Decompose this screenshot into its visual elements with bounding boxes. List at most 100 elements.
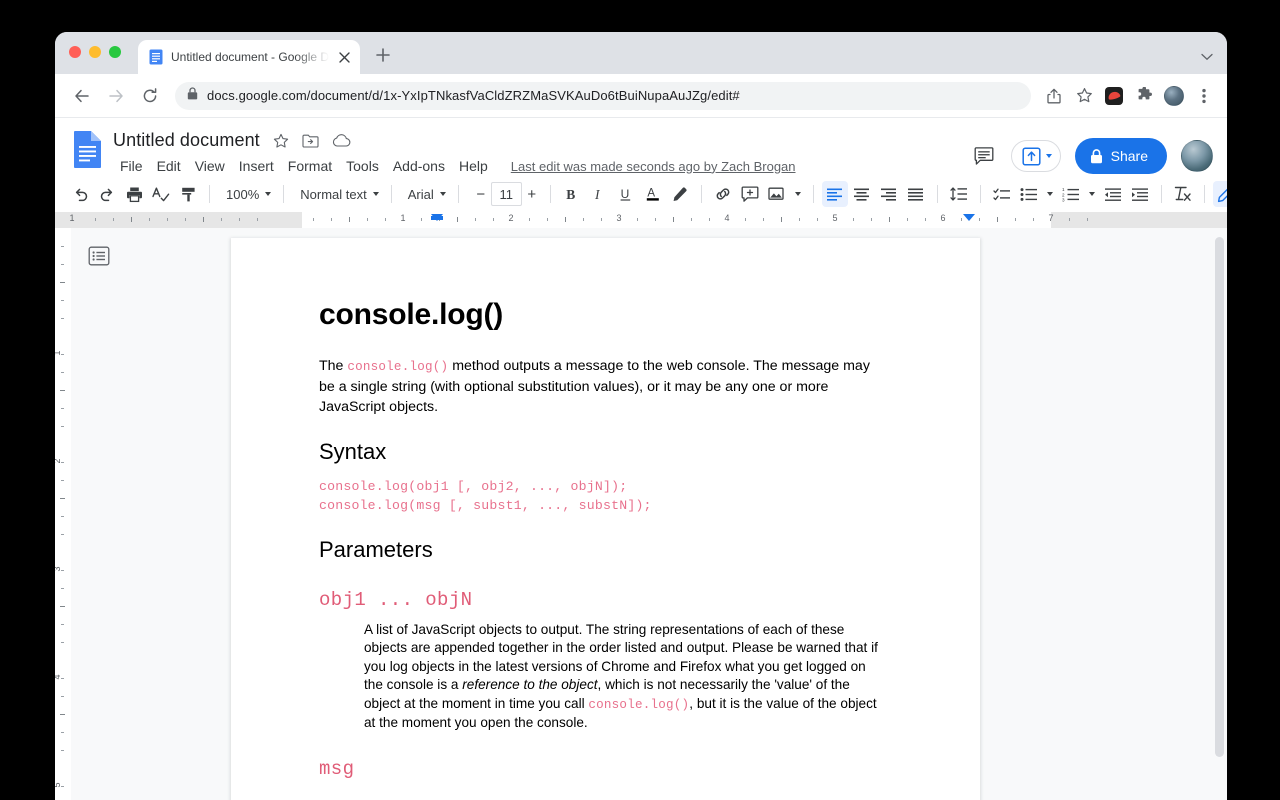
share-icon[interactable] xyxy=(1041,83,1067,109)
zoom-level-dropdown[interactable]: 100% xyxy=(218,181,275,207)
inline-code: console.log() xyxy=(347,360,448,374)
avatar[interactable] xyxy=(1181,140,1213,172)
font-size-input[interactable]: 11 xyxy=(491,182,522,206)
tab-list-chevron-down-icon[interactable] xyxy=(1201,48,1213,66)
font-family-dropdown[interactable]: Arial xyxy=(400,181,450,207)
svg-text:3: 3 xyxy=(1062,197,1065,202)
syntax-code-block: console.log(obj1 [, obj2, ..., objN]);co… xyxy=(319,477,884,515)
toolbar-divider xyxy=(980,185,981,203)
back-arrow-icon[interactable] xyxy=(67,81,97,111)
screenshot-root: Untitled document - Google Doc xyxy=(0,0,1280,800)
undo-icon[interactable] xyxy=(67,181,93,207)
ruler-number: 3 xyxy=(616,213,621,223)
three-dot-menu-icon[interactable] xyxy=(1191,83,1217,109)
ruler-number: 4 xyxy=(724,213,729,223)
decrease-indent-icon[interactable] xyxy=(1100,181,1126,207)
italic-button[interactable]: I xyxy=(586,181,612,207)
increase-font-size-button[interactable]: + xyxy=(522,182,542,206)
link-icon[interactable] xyxy=(710,181,736,207)
svg-text:A: A xyxy=(647,188,655,200)
new-tab-button[interactable] xyxy=(370,42,396,68)
doc-intro-paragraph: The console.log() method outputs a messa… xyxy=(319,356,884,417)
google-docs-logo-icon[interactable] xyxy=(69,130,105,174)
spellcheck-icon[interactable] xyxy=(148,181,174,207)
increase-indent-icon[interactable] xyxy=(1127,181,1153,207)
horizontal-ruler[interactable]: 1 2 3 4 xyxy=(287,212,1227,228)
close-icon[interactable] xyxy=(336,49,352,65)
insert-image-icon[interactable] xyxy=(764,181,790,207)
bookmark-star-icon[interactable] xyxy=(1071,83,1097,109)
checklist-icon[interactable] xyxy=(989,181,1015,207)
bulleted-list-icon[interactable] xyxy=(1016,181,1042,207)
reload-icon[interactable] xyxy=(135,81,165,111)
ruler-number: 1 xyxy=(400,213,405,223)
print-icon[interactable] xyxy=(121,181,147,207)
doc-heading-parameters: Parameters xyxy=(319,537,884,563)
ruler-number: 7 xyxy=(1048,213,1053,223)
text-color-button[interactable]: A xyxy=(640,181,666,207)
puzzle-extensions-icon[interactable] xyxy=(1131,83,1157,109)
cloud-saved-icon[interactable] xyxy=(332,134,351,148)
document-title[interactable]: Untitled document xyxy=(113,130,260,151)
share-button[interactable]: Share xyxy=(1075,138,1167,174)
browser-tab[interactable]: Untitled document - Google Doc xyxy=(138,40,360,74)
extension-dark-icon[interactable] xyxy=(1101,83,1127,109)
bold-button[interactable]: B xyxy=(559,181,585,207)
menu-view[interactable]: View xyxy=(188,156,232,176)
document-page[interactable]: console.log() The console.log() method o… xyxy=(231,238,980,800)
last-edit-status[interactable]: Last edit was made seconds ago by Zach B… xyxy=(511,159,796,174)
align-left-button[interactable] xyxy=(822,181,848,207)
star-icon[interactable] xyxy=(273,133,289,149)
minimize-window-button[interactable] xyxy=(89,46,101,58)
scrollbar-thumb[interactable] xyxy=(1215,237,1224,757)
param-description-obj1-objn: A list of JavaScript objects to output. … xyxy=(364,621,884,732)
present-upload-button[interactable] xyxy=(1011,140,1061,172)
editing-pencil-icon[interactable] xyxy=(1213,181,1227,207)
menu-insert[interactable]: Insert xyxy=(232,156,281,176)
numbered-list-chevron-down-icon[interactable] xyxy=(1085,181,1099,207)
align-right-button[interactable] xyxy=(876,181,902,207)
clear-formatting-icon[interactable] xyxy=(1170,181,1196,207)
maximize-window-button[interactable] xyxy=(109,46,121,58)
bulleted-list-chevron-down-icon[interactable] xyxy=(1043,181,1057,207)
numbered-list-icon[interactable]: 1 2 3 xyxy=(1058,181,1084,207)
highlight-pen-icon[interactable] xyxy=(667,181,693,207)
underline-button[interactable]: U xyxy=(613,181,639,207)
ruler-number: 6 xyxy=(940,213,945,223)
svg-text:U: U xyxy=(621,187,630,201)
align-center-button[interactable] xyxy=(849,181,875,207)
url-address-bar[interactable]: docs.google.com/document/d/1x-YxIpTNkasf… xyxy=(175,82,1031,110)
menu-tools[interactable]: Tools xyxy=(339,156,386,176)
param-name-msg: msg xyxy=(319,758,884,780)
close-window-button[interactable] xyxy=(69,46,81,58)
forward-arrow-icon[interactable] xyxy=(101,81,131,111)
menu-help[interactable]: Help xyxy=(452,156,495,176)
left-indent-marker[interactable] xyxy=(431,214,443,221)
line-spacing-icon[interactable] xyxy=(946,181,972,207)
google-docs-app: Untitled document xyxy=(55,118,1227,800)
chevron-down-icon xyxy=(1046,154,1052,158)
redo-icon[interactable] xyxy=(94,181,120,207)
right-indent-marker[interactable] xyxy=(963,214,975,221)
svg-text:B: B xyxy=(566,187,575,202)
docs-menu-bar: File Edit View Insert Format Tools Add-o… xyxy=(113,156,971,176)
horizontal-ruler-row: 1 1 xyxy=(55,212,1227,228)
vertical-scrollbar[interactable] xyxy=(1212,228,1227,800)
paragraph-style-dropdown[interactable]: Normal text xyxy=(292,181,382,207)
toolbar-divider xyxy=(701,185,702,203)
profile-avatar-icon[interactable] xyxy=(1161,83,1187,109)
add-comment-icon[interactable] xyxy=(737,181,763,207)
menu-addons[interactable]: Add-ons xyxy=(386,156,452,176)
image-options-chevron-down-icon[interactable] xyxy=(791,181,805,207)
toolbar-divider xyxy=(458,185,459,203)
move-to-folder-icon[interactable] xyxy=(302,133,319,148)
menu-edit[interactable]: Edit xyxy=(150,156,188,176)
menu-format[interactable]: Format xyxy=(281,156,339,176)
menu-file[interactable]: File xyxy=(113,156,150,176)
align-justify-button[interactable] xyxy=(903,181,929,207)
document-outline-icon[interactable] xyxy=(87,244,111,268)
comment-history-icon[interactable] xyxy=(971,143,997,169)
decrease-font-size-button[interactable]: − xyxy=(471,182,491,206)
paint-format-icon[interactable] xyxy=(175,181,201,207)
vertical-ruler[interactable]: 1 2 3 4 5 xyxy=(55,228,71,800)
